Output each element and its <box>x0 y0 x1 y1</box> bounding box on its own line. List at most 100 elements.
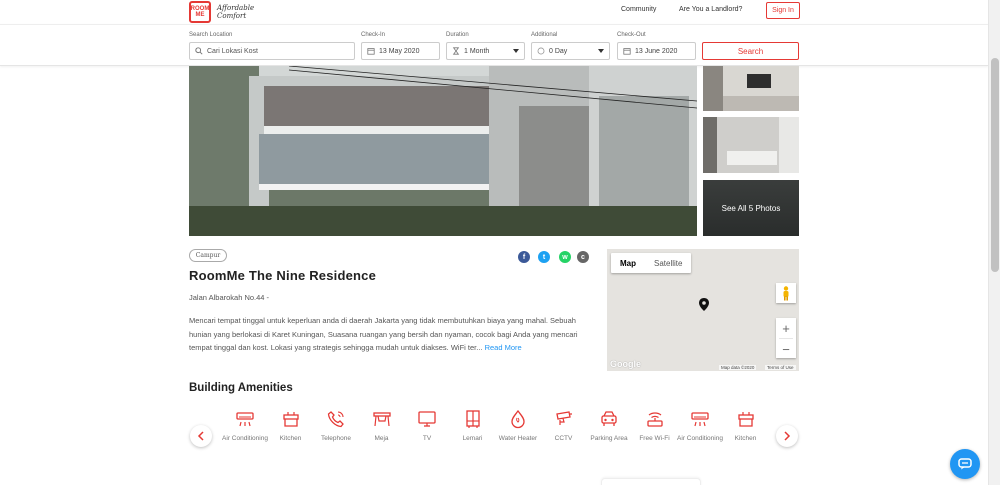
amenities-next-button[interactable] <box>776 425 798 447</box>
checkin-label: Check-In <box>361 32 386 38</box>
amenity-label: Lemari <box>462 435 483 442</box>
amenity-label: Meja <box>374 435 389 442</box>
see-all-photos-button[interactable]: See All 5 Photos <box>703 180 799 236</box>
whatsapp-share-icon[interactable]: w <box>559 251 571 263</box>
page-scrollbar[interactable] <box>988 0 1000 485</box>
see-all-photos-label: See All 5 Photos <box>721 203 781 213</box>
chevron-right-icon <box>784 431 791 441</box>
amenity-label: Kitchen <box>279 435 302 442</box>
wifi-icon <box>646 412 663 427</box>
location-placeholder: Cari Lokasi Kost <box>207 47 258 55</box>
kitchen-icon <box>737 412 754 427</box>
amenities-prev-button[interactable] <box>190 425 212 447</box>
chevron-left-icon <box>197 431 204 441</box>
kitchen-icon <box>282 412 299 427</box>
wardrobe-icon <box>465 410 480 428</box>
property-description: Mencari tempat tinggal untuk keperluan a… <box>189 314 594 355</box>
checkin-date-field[interactable]: 13 May 2020 <box>361 42 440 60</box>
chat-icon <box>958 458 972 470</box>
ac-icon <box>691 412 709 427</box>
search-icon <box>195 47 203 55</box>
amenity-item: Kitchen <box>268 409 314 444</box>
amenity-label: Air Conditioning <box>677 435 723 442</box>
calendar-icon <box>623 48 631 55</box>
search-bar: Search Location Cari Lokasi Kost Check-I… <box>0 24 988 66</box>
facebook-share-icon[interactable]: f <box>518 251 530 263</box>
additional-value: 0 Day <box>549 47 568 55</box>
cctv-icon <box>555 411 572 425</box>
amenity-item: Air Conditioning <box>677 409 723 444</box>
checkout-value: 13 June 2020 <box>635 47 678 55</box>
sign-in-button[interactable]: Sign In <box>766 2 800 19</box>
nav-landlord-link[interactable]: Are You a Landlord? <box>679 6 742 13</box>
tv-icon <box>418 411 436 427</box>
map-pin-icon[interactable] <box>699 298 709 311</box>
amenity-label: TV <box>422 435 432 442</box>
amenity-label: Parking Area <box>590 435 628 442</box>
amenity-label: Telephone <box>321 435 351 442</box>
checkin-value: 13 May 2020 <box>379 47 420 55</box>
nav-community-link[interactable]: Community <box>621 6 656 13</box>
ac-icon <box>236 412 254 427</box>
living-room-photo-illustration <box>703 66 799 111</box>
amenity-item: Free Wi-Fi <box>632 409 678 444</box>
scrollbar-thumb[interactable] <box>991 58 999 272</box>
logo-tagline-line-2: Comfort <box>217 12 247 20</box>
table-icon <box>372 412 391 427</box>
amenity-item: Kitchen <box>723 409 769 444</box>
duration-label: Duration <box>446 32 469 38</box>
zoom-in-button[interactable]: + <box>776 318 796 338</box>
amenity-label: Water Heater <box>498 435 538 442</box>
gallery-thumbnail-2[interactable] <box>703 117 799 173</box>
amenity-item: Meja <box>359 409 405 444</box>
booking-card-edge <box>601 478 701 485</box>
location-map[interactable]: Map Satellite + − Google Map data ©2020 … <box>607 249 799 371</box>
gallery-thumbnail-1[interactable] <box>703 66 799 111</box>
search-button[interactable]: Search <box>702 42 799 60</box>
duration-value: 1 Month <box>464 47 490 55</box>
water-heater-icon <box>511 409 525 429</box>
checkout-date-field[interactable]: 13 June 2020 <box>617 42 696 60</box>
amenity-label: Free Wi-Fi <box>639 435 670 442</box>
street-view-pegman-icon[interactable] <box>776 283 796 303</box>
amenity-item: Parking Area <box>586 409 632 444</box>
amenity-item: Telephone <box>313 409 359 444</box>
property-title: RoomMe The Nine Residence <box>189 268 377 283</box>
chevron-down-icon <box>513 49 519 53</box>
google-logo: Google <box>610 359 641 369</box>
calendar-icon <box>367 48 375 55</box>
tab-map[interactable]: Map <box>611 253 645 273</box>
amenity-label: Kitchen <box>734 435 757 442</box>
checkout-label: Check-Out <box>617 32 646 38</box>
logo-tagline-line-1: Affordable <box>217 4 255 12</box>
location-label: Search Location <box>189 32 233 38</box>
gender-tag-badge: Campur <box>189 249 227 262</box>
read-more-link[interactable]: Read More <box>485 343 522 352</box>
copy-link-icon[interactable]: c <box>577 251 589 263</box>
tab-satellite[interactable]: Satellite <box>645 253 691 273</box>
location-input[interactable]: Cari Lokasi Kost <box>189 42 355 60</box>
duration-select[interactable]: 1 Month <box>446 42 525 60</box>
amenity-item: Water Heater <box>495 409 541 444</box>
telephone-icon <box>327 411 344 428</box>
map-type-tabs: Map Satellite <box>611 253 692 273</box>
amenity-item: Air Conditioning <box>222 409 268 444</box>
pegman-figure <box>783 285 789 300</box>
main-property-photo[interactable] <box>189 66 697 236</box>
amenity-label: CCTV <box>554 435 573 442</box>
zoom-controls: + − <box>776 318 796 358</box>
additional-select[interactable]: 0 Day <box>531 42 610 60</box>
zoom-out-button[interactable]: − <box>776 339 796 359</box>
property-address: Jalan Albarokah No.44 - <box>189 293 270 302</box>
roomme-logo[interactable]: ROOM ME Affordable Comfort <box>189 1 254 23</box>
amenity-item: CCTV <box>541 409 587 444</box>
parking-icon <box>601 411 617 426</box>
amenity-item: Lemari <box>450 409 496 444</box>
map-terms-link[interactable]: Terms of Use <box>765 365 796 370</box>
twitter-share-icon[interactable]: t <box>538 251 550 263</box>
amenity-label: Air Conditioning <box>222 435 268 442</box>
clock-icon <box>537 47 545 55</box>
live-chat-button[interactable] <box>950 449 980 479</box>
additional-label: Additional <box>531 32 558 38</box>
hourglass-icon <box>452 47 460 55</box>
